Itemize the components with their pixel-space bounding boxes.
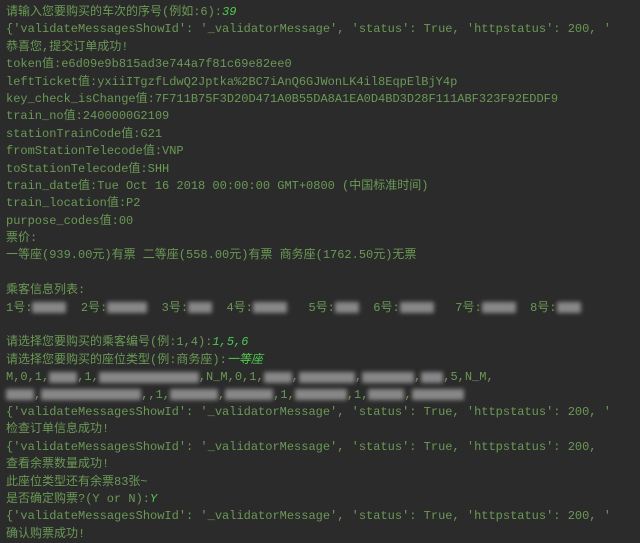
- traindate-line: train_date值:Tue Oct 16 2018 00:00:00 GMT…: [6, 178, 634, 195]
- msg-check-order: 检查订单信息成功!: [6, 421, 634, 438]
- passenger-header: 乘客信息列表:: [6, 282, 634, 299]
- fromtele-line: fromStationTelecode值:VNP: [6, 143, 634, 160]
- redacted: [295, 389, 347, 400]
- msg-tickets-left: 此座位类型还有余票83张~: [6, 474, 634, 491]
- data-line-1: M,0,1,,1,,N_M,0,1,,,,,5,N_M,: [6, 369, 634, 386]
- terminal-output: 请输入您要购买的车次的序号(例如:6):39 {'validateMessage…: [6, 4, 634, 543]
- redacted: [299, 372, 355, 383]
- redacted-name: [557, 302, 581, 313]
- keycheck-line: key_check_isChange值:7F711B75F3D20D471A0B…: [6, 91, 634, 108]
- redacted: [421, 372, 443, 383]
- totele-line: toStationTelecode值:SHH: [6, 161, 634, 178]
- purpose-line: purpose_codes值:00: [6, 213, 634, 230]
- redacted: [225, 389, 273, 400]
- redacted-name: [482, 302, 516, 313]
- response-line: {'validateMessagesShowId': '_validatorMe…: [6, 439, 634, 456]
- response-line: {'validateMessagesShowId': '_validatorMe…: [6, 404, 634, 421]
- passenger-list: 1号: 2号: 3号: 4号: 5号: 6号: 7号: 8号:: [6, 300, 634, 317]
- prompt-seattype: 请选择您要购买的座位类型(例:商务座):: [6, 353, 227, 367]
- price-label: 票价:: [6, 230, 634, 247]
- redacted-name: [335, 302, 359, 313]
- redacted-name: [400, 302, 434, 313]
- input-seattype: 一等座: [227, 353, 263, 367]
- trainloc-line: train_location值:P2: [6, 195, 634, 212]
- input-confirm: Y: [150, 492, 157, 506]
- redacted: [41, 389, 141, 400]
- leftticket-line: leftTicket值:yxiiITgzfLdwQ2Jptka%2BC7iAnQ…: [6, 74, 634, 91]
- redacted: [170, 389, 218, 400]
- prompt-passenger: 请选择您要购买的乘客编号(例:1,4):: [6, 335, 212, 349]
- prompt-confirm: 是否确定购票?(Y or N):: [6, 492, 150, 506]
- redacted: [412, 389, 464, 400]
- data-line-2: ,,,1,,,1,,1,,: [6, 387, 634, 404]
- msg-check-tickets: 查看余票数量成功!: [6, 456, 634, 473]
- seat-prices: 一等座(939.00元)有票 二等座(558.00元)有票 商务座(1762.5…: [6, 247, 634, 264]
- redacted: [362, 372, 414, 383]
- prompt-train-seq: 请输入您要购买的车次的序号(例如:6):: [6, 5, 222, 19]
- input-train-seq: 39: [222, 5, 236, 19]
- redacted-name: [253, 302, 287, 313]
- response-line: {'validateMessagesShowId': '_validatorMe…: [6, 21, 634, 38]
- stationcode-line: stationTrainCode值:G21: [6, 126, 634, 143]
- redacted-name: [107, 302, 147, 313]
- redacted: [99, 372, 199, 383]
- redacted: [264, 372, 292, 383]
- token-line: token值:e6d09e9b815ad3e744a7f81c69e82ee0: [6, 56, 634, 73]
- redacted: [368, 389, 404, 400]
- response-line: {'validateMessagesShowId': '_validatorMe…: [6, 508, 634, 525]
- redacted: [49, 372, 77, 383]
- trainno-line: train_no值:2400000G2109: [6, 108, 634, 125]
- msg-purchase-success: 确认购票成功!: [6, 526, 634, 543]
- redacted-name: [32, 302, 66, 313]
- redacted-name: [188, 302, 212, 313]
- msg-order-success: 恭喜您,提交订单成功!: [6, 39, 634, 56]
- redacted: [6, 389, 34, 400]
- input-passenger: 1,5,6: [212, 335, 248, 349]
